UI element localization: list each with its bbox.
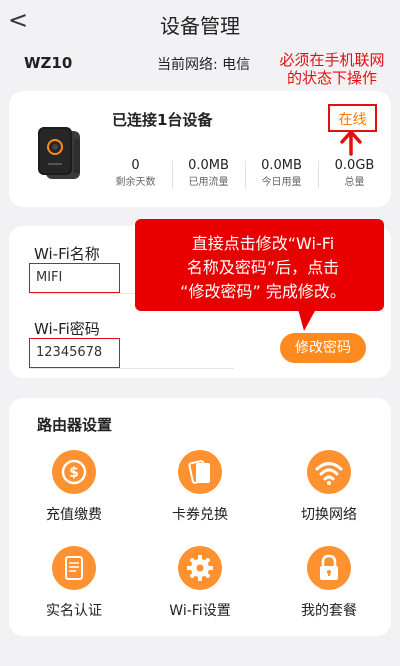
switch-network-button[interactable]: 切换网络 <box>274 450 384 524</box>
header: < 设备管理 <box>0 0 400 46</box>
current-network: 当前网络: 电信 <box>157 57 251 73</box>
stat-label: 剩余天数 <box>115 177 156 188</box>
stat-value: 0.0GB <box>334 158 375 173</box>
grid-item-label: 卡券兑换 <box>172 507 228 523</box>
modify-password-button[interactable]: 修改密码 <box>280 333 366 363</box>
usage-stats: 0 剩余天数 0.0MB 已用流量 0.0MB 今日用量 0.0GB 总量 <box>99 157 391 199</box>
recharge-button[interactable]: $ 充值缴费 <box>19 450 129 524</box>
arrow-up-icon <box>340 130 362 156</box>
divider <box>29 368 234 369</box>
stat-used-traffic: 0.0MB 已用流量 <box>172 157 245 199</box>
wifi-icon <box>307 450 351 494</box>
wifi-password-label: Wi-Fi密码 <box>34 320 100 338</box>
grid-item-label: Wi-Fi设置 <box>169 603 231 619</box>
wifi-password-input[interactable]: 12345678 <box>29 338 120 368</box>
lock-icon <box>307 546 351 590</box>
router-device-image <box>38 127 80 179</box>
online-status: 在线 <box>338 112 367 128</box>
stat-value: 0.0MB <box>261 158 302 173</box>
stat-value: 0 <box>131 158 140 173</box>
wifi-name-value: MIFI <box>36 270 63 285</box>
section-title: 路由器设置 <box>37 416 113 434</box>
router-settings-card: 路由器设置 $ 充值缴费 卡券兑换 切换网络 实名认证 Wi-Fi设置 我的套餐 <box>9 398 391 636</box>
annotation-network-note: 必须在手机联网 的状态下操作 <box>262 51 400 87</box>
dollar-icon: $ <box>52 450 96 494</box>
grid-item-label: 切换网络 <box>301 507 357 523</box>
annotation-callout-tail <box>298 309 316 331</box>
device-status-card: 已连接1台设备 在线 0 剩余天数 0.0MB 已用流量 0.0MB 今日用量 … <box>9 91 391 207</box>
grid-item-label: 实名认证 <box>46 603 102 619</box>
my-plan-button[interactable]: 我的套餐 <box>274 546 384 620</box>
grid-item-label: 充值缴费 <box>46 507 102 523</box>
callout-line-3: “修改密码” 完成修改。 <box>180 282 346 301</box>
connected-devices: 已连接1台设备 <box>112 111 213 129</box>
annotation-callout-text: 直接点击修改“Wi-Fi 名称及密码”后，点击 “修改密码” 完成修改。 <box>145 232 381 304</box>
device-name: WZ10 <box>24 54 73 72</box>
annotation-line-1: 必须在手机联网 <box>279 51 385 69</box>
real-name-auth-button[interactable]: 实名认证 <box>19 546 129 620</box>
wifi-name-input[interactable]: MIFI <box>29 263 120 293</box>
stat-total: 0.0GB 总量 <box>318 157 391 199</box>
annotation-line-2: 的状态下操作 <box>286 69 377 87</box>
card-icon <box>178 450 222 494</box>
page-title: 设备管理 <box>160 14 240 38</box>
document-icon <box>52 546 96 590</box>
stat-value: 0.0MB <box>188 158 229 173</box>
callout-line-1: 直接点击修改“Wi-Fi <box>191 234 335 253</box>
coupon-exchange-button[interactable]: 卡券兑换 <box>145 450 255 524</box>
gear-icon <box>178 546 222 590</box>
wifi-password-value: 12345678 <box>36 345 103 360</box>
stat-label: 总量 <box>344 177 365 188</box>
wifi-name-label: Wi-Fi名称 <box>34 245 100 263</box>
stat-today-usage: 0.0MB 今日用量 <box>245 157 318 199</box>
online-status-highlight: 在线 <box>328 104 377 132</box>
stat-label: 今日用量 <box>261 177 302 188</box>
svg-text:$: $ <box>69 465 79 481</box>
stat-remaining-days: 0 剩余天数 <box>99 157 172 199</box>
grid-item-label: 我的套餐 <box>301 603 357 619</box>
wifi-settings-button[interactable]: Wi-Fi设置 <box>145 546 255 620</box>
stat-label: 已用流量 <box>188 177 229 188</box>
callout-line-2: 名称及密码”后，点击 <box>186 258 340 277</box>
